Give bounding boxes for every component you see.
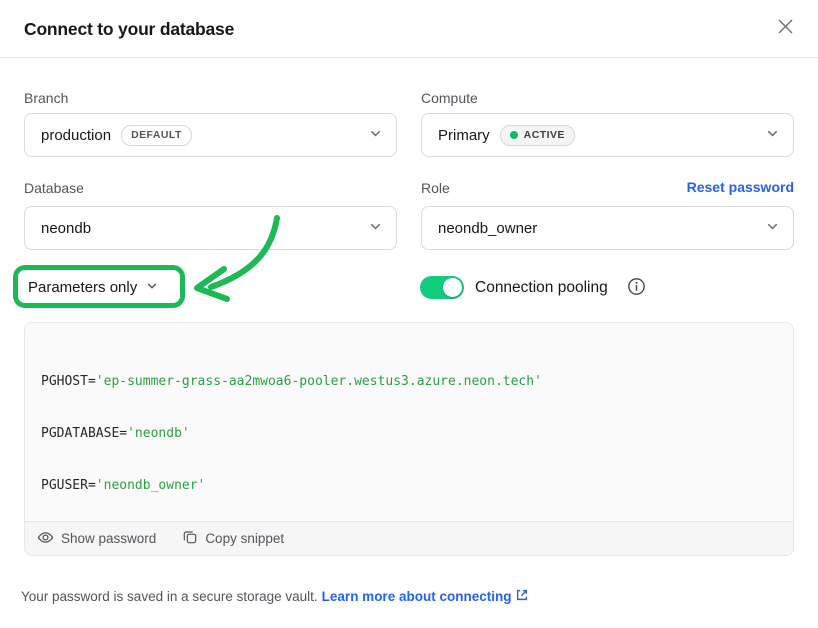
- role-value: neondb_owner: [438, 220, 537, 237]
- default-badge: DEFAULT: [121, 125, 192, 146]
- dialog-header: Connect to your database: [0, 0, 818, 58]
- chevron-down-icon: [766, 220, 779, 237]
- compute-label: Compute: [421, 90, 478, 106]
- branch-value: production: [41, 127, 111, 144]
- branch-select[interactable]: production DEFAULT: [24, 113, 397, 157]
- compute-select[interactable]: Primary ACTIVE: [421, 113, 794, 157]
- show-password-label: Show password: [61, 531, 156, 546]
- security-note: Your password is saved in a secure stora…: [21, 588, 529, 605]
- chevron-down-icon: [146, 279, 158, 296]
- learn-more-link[interactable]: Learn more about connecting: [322, 588, 530, 605]
- snippet-format-select[interactable]: Parameters only: [28, 272, 158, 302]
- active-dot-icon: [510, 131, 518, 139]
- chevron-down-icon: [766, 127, 779, 144]
- compute-value: Primary: [438, 127, 490, 144]
- chevron-down-icon: [369, 220, 382, 237]
- info-button[interactable]: [626, 278, 646, 298]
- snippet-toolbar: Show password Copy snippet: [25, 521, 793, 555]
- snippet-format-value: Parameters only: [28, 279, 137, 296]
- security-note-text: Your password is saved in a secure stora…: [21, 589, 318, 604]
- snippet-line: PGDATABASE='neondb': [41, 425, 777, 442]
- chevron-down-icon: [369, 127, 382, 144]
- active-badge: ACTIVE: [500, 125, 575, 146]
- connection-snippet-code: PGHOST='ep-summer-grass-aa2mwoa6-pooler.…: [25, 323, 793, 521]
- reset-password-link[interactable]: Reset password: [687, 179, 794, 195]
- learn-more-label: Learn more about connecting: [322, 589, 512, 604]
- copy-icon: [182, 529, 198, 548]
- copy-snippet-button[interactable]: Copy snippet: [182, 529, 284, 548]
- info-icon: [627, 277, 646, 299]
- database-label: Database: [24, 180, 84, 196]
- role-select[interactable]: neondb_owner: [421, 206, 794, 250]
- connection-pooling-label: Connection pooling: [475, 279, 608, 297]
- connection-pooling-toggle[interactable]: [420, 276, 464, 299]
- close-button[interactable]: [770, 13, 800, 43]
- connection-snippet-panel: PGHOST='ep-summer-grass-aa2mwoa6-pooler.…: [24, 322, 794, 556]
- role-label: Role: [421, 180, 450, 196]
- branch-label: Branch: [24, 90, 68, 106]
- snippet-line: PGUSER='neondb_owner': [41, 477, 777, 494]
- eye-icon: [37, 529, 54, 549]
- toggle-knob: [443, 278, 462, 297]
- active-badge-label: ACTIVE: [524, 129, 565, 141]
- database-select[interactable]: neondb: [24, 206, 397, 250]
- database-value: neondb: [41, 220, 91, 237]
- external-link-icon: [515, 588, 529, 605]
- snippet-line: PGHOST='ep-summer-grass-aa2mwoa6-pooler.…: [41, 373, 777, 390]
- copy-snippet-label: Copy snippet: [205, 531, 284, 546]
- close-icon: [776, 17, 795, 39]
- dialog-title: Connect to your database: [24, 19, 234, 40]
- show-password-button[interactable]: Show password: [37, 529, 156, 549]
